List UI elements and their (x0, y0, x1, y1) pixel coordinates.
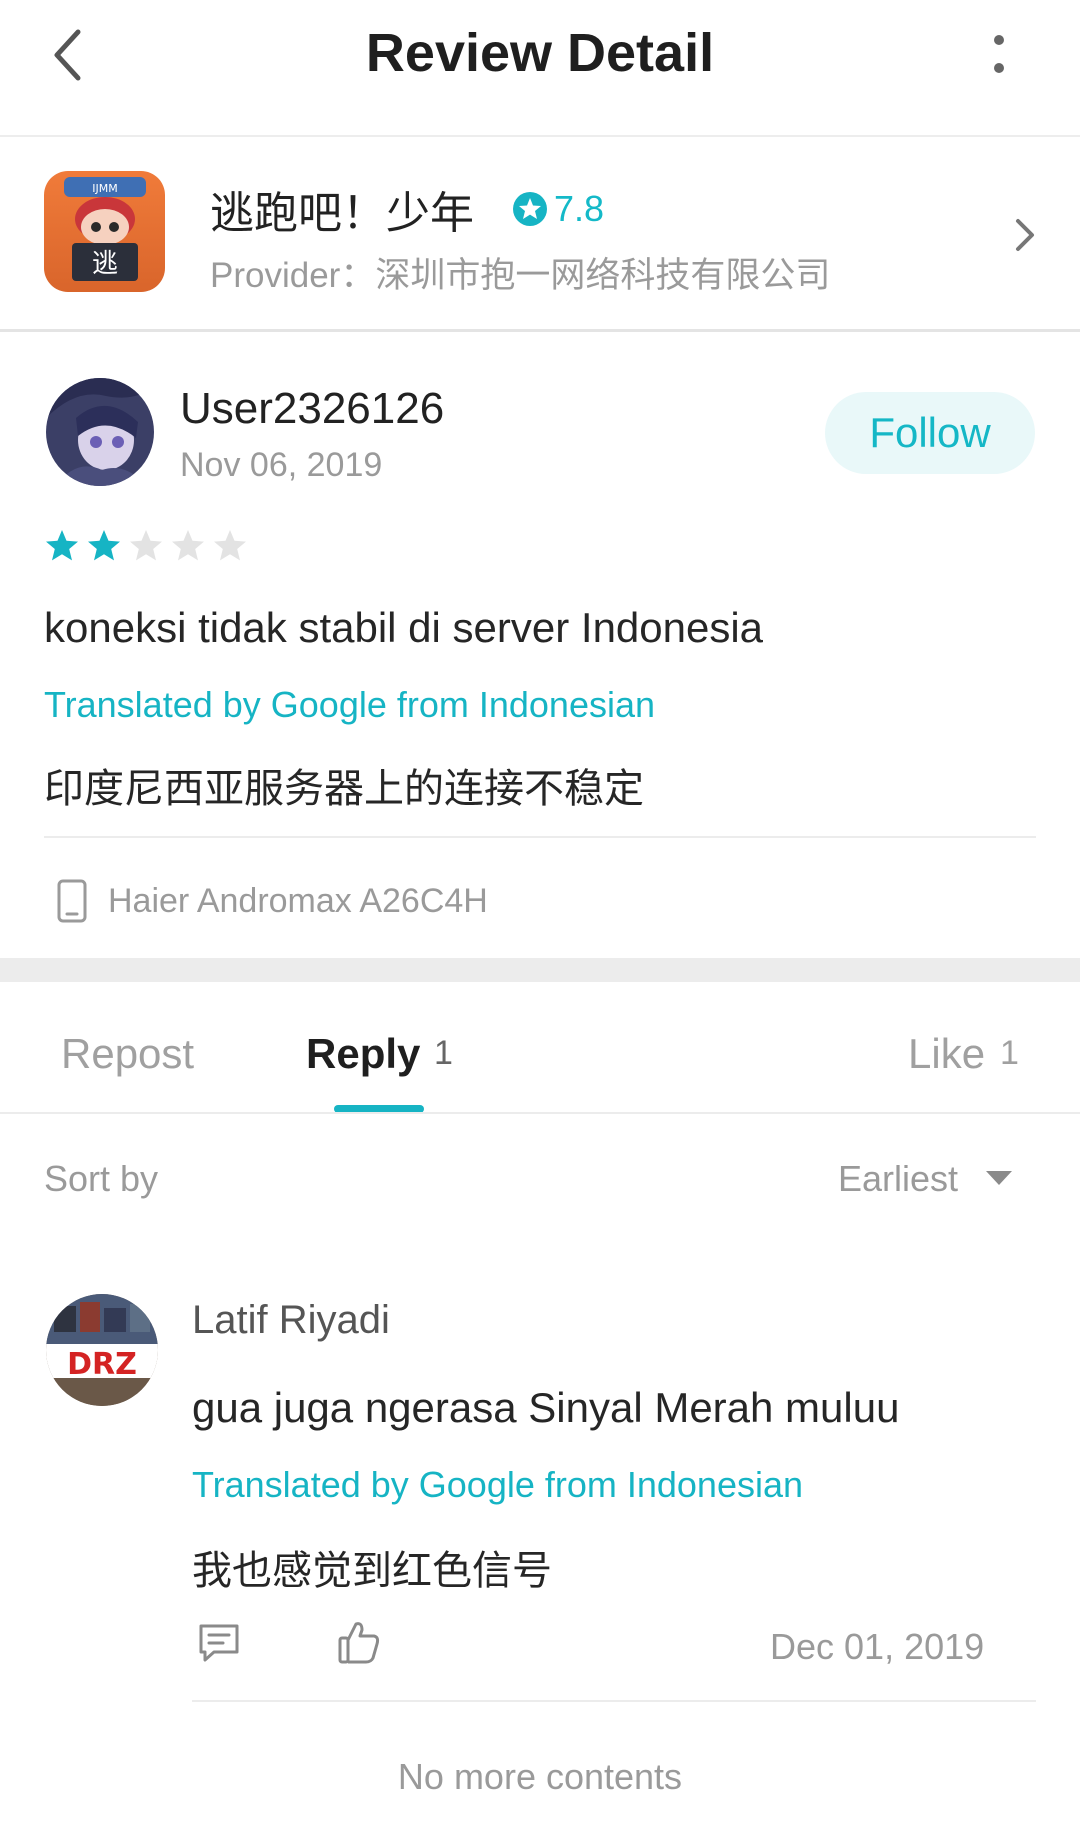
review-translation: 印度尼西亚服务器上的连接不稳定 (44, 767, 644, 811)
follow-button[interactable]: Follow (825, 392, 1035, 474)
page-title: Review Detail (365, 23, 715, 83)
sort-label: Sort by (44, 1158, 159, 1199)
tab-reply-count: 1 (434, 1034, 453, 1072)
chevron-right-icon (1016, 219, 1034, 251)
review-author[interactable]: User2326126 (180, 384, 444, 434)
rating-badge-icon (513, 192, 547, 226)
reply-author[interactable]: Latif Riyadi (192, 1298, 390, 1343)
divider (44, 836, 1036, 838)
review-rating (44, 528, 248, 564)
star-filled-icon (88, 530, 120, 561)
star-filled-icon (46, 530, 78, 561)
phone-icon (56, 878, 88, 924)
app-score: 7.8 (512, 187, 604, 231)
svg-text:IJMM: IJMM (92, 182, 117, 195)
star-empty-icon (214, 530, 246, 561)
user-avatar[interactable] (46, 378, 154, 486)
translation-note[interactable]: Translated by Google from Indonesian (44, 684, 655, 726)
tab-like[interactable]: Like (908, 1030, 985, 1078)
app-detail-chevron[interactable] (1010, 213, 1040, 257)
app-score-value: 7.8 (554, 188, 605, 229)
divider (192, 1700, 1036, 1702)
app-provider: Provider：深圳市抱一网络科技有限公司 (210, 256, 831, 295)
reply-date: Dec 01, 2019 (770, 1626, 985, 1667)
app-name: 逃跑吧！少年 (210, 189, 474, 238)
end-of-list-text: No more contents (397, 1756, 683, 1797)
sort-dropdown[interactable]: Earliest (838, 1158, 958, 1200)
comment-icon[interactable] (196, 1620, 242, 1666)
tab-reply[interactable]: Reply (306, 1030, 420, 1078)
svg-text:DRZ: DRZ (67, 1347, 137, 1382)
review-text: koneksi tidak stabil di server Indonesia (44, 604, 764, 651)
tab-like-count: 1 (1000, 1034, 1019, 1072)
reply-translation: 我也感觉到红色信号 (192, 1549, 552, 1593)
section-separator (0, 958, 1080, 982)
more-vertical-icon (994, 35, 1004, 73)
reply-author-avatar[interactable]: DRZ (46, 1294, 158, 1406)
device-name: Haier Andromax A26C4H (108, 882, 488, 920)
star-empty-icon (130, 530, 162, 561)
app-icon[interactable]: IJMM 逃 (44, 171, 165, 292)
reply-translation-note[interactable]: Translated by Google from Indonesian (192, 1464, 803, 1506)
review-date: Nov 06, 2019 (180, 446, 383, 484)
thumbs-up-icon[interactable] (336, 1618, 382, 1666)
reply-text: gua juga ngerasa Sinyal Merah muluu (192, 1384, 900, 1431)
tabs-divider (0, 1112, 1080, 1114)
caret-down-icon[interactable] (984, 1168, 1014, 1188)
tab-repost[interactable]: Repost (61, 1030, 194, 1078)
more-options-button[interactable] (974, 30, 1024, 80)
svg-text:逃: 逃 (92, 249, 118, 279)
star-empty-icon (172, 530, 204, 561)
